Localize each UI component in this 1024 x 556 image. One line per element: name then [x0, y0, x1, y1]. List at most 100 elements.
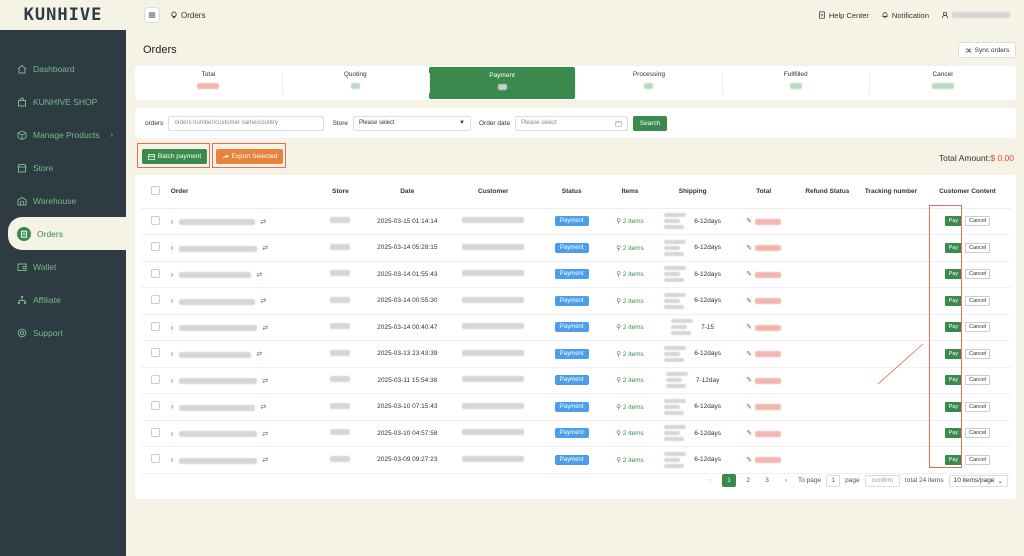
edit-icon[interactable]: ✎ [746, 298, 752, 305]
edit-icon[interactable]: ✎ [746, 324, 752, 331]
cancel-button[interactable]: Cancel [965, 216, 991, 227]
edit-icon[interactable]: ✎ [746, 404, 752, 411]
order-date-input[interactable]: Please select [515, 115, 629, 131]
cancel-button[interactable]: Cancel [965, 348, 991, 359]
items-link[interactable]: ⚲ 2 items [616, 245, 644, 252]
sidebar-item-wallet[interactable]: Wallet [0, 250, 126, 283]
status-tab-processing[interactable]: Processing [575, 66, 722, 100]
expand-row-icon[interactable]: › [171, 376, 174, 385]
expand-row-icon[interactable]: › [171, 243, 174, 252]
edit-icon[interactable]: ✎ [746, 377, 752, 384]
sidebar-item-orders[interactable]: Orders [8, 217, 126, 250]
row-checkbox[interactable] [151, 242, 161, 252]
edit-icon[interactable]: ✎ [746, 245, 752, 252]
items-link[interactable]: ⚲ 2 items [616, 324, 644, 331]
cancel-button[interactable]: Cancel [965, 428, 991, 439]
redacted-line [664, 304, 685, 309]
logo[interactable]: KUNHIVE [24, 5, 103, 25]
edit-icon[interactable]: ✎ [746, 271, 752, 278]
sidebar-item-affiliate[interactable]: Affiliate [0, 283, 126, 316]
sidebar-item-kunhive-shop[interactable]: KUNHIVE SHOP [0, 85, 126, 118]
items-link[interactable]: ⚲ 2 items [616, 457, 644, 464]
items-link[interactable]: ⚲ 2 items [616, 218, 644, 225]
page-2-button[interactable]: 2 [741, 474, 755, 487]
swap-icon[interactable]: ⇄ [262, 457, 268, 464]
sidebar-item-manage-products[interactable]: Manage Products › [0, 118, 126, 151]
cancel-button[interactable]: Cancel [965, 322, 991, 333]
items-link[interactable]: ⚲ 2 items [616, 351, 644, 358]
edit-icon[interactable]: ✎ [746, 430, 752, 437]
swap-icon[interactable]: ⇄ [262, 431, 268, 438]
edit-icon[interactable]: ✎ [746, 457, 752, 464]
select-all-checkbox[interactable] [151, 185, 161, 195]
expand-row-icon[interactable]: › [171, 296, 174, 305]
help-center-link[interactable]: Help Center [818, 11, 869, 20]
sidebar-item-dashboard[interactable]: Dashboard [0, 52, 126, 85]
expand-row-icon[interactable]: › [171, 349, 174, 358]
row-checkbox[interactable] [151, 401, 161, 411]
column-header-order: Order [170, 175, 315, 209]
row-checkbox[interactable] [151, 374, 161, 384]
orders-search-input[interactable]: orders number/customer name/country [168, 115, 325, 131]
cancel-button[interactable]: Cancel [965, 454, 991, 465]
sidebar-item-warehouse[interactable]: Warehouse [0, 184, 126, 217]
status-tab-fullfilled[interactable]: Fullfilled [722, 66, 869, 100]
swap-icon[interactable]: ⇄ [256, 272, 262, 279]
status-count-redacted [197, 83, 220, 89]
swap-icon[interactable]: ⇄ [262, 378, 268, 385]
breadcrumb-current[interactable]: Orders [181, 11, 205, 20]
cancel-button[interactable]: Cancel [965, 269, 991, 280]
items-link[interactable]: ⚲ 2 items [616, 404, 644, 411]
edit-icon[interactable]: ✎ [746, 351, 752, 358]
items-link[interactable]: ⚲ 2 items [616, 298, 644, 305]
page-1-button[interactable]: 1 [722, 474, 736, 487]
swap-icon[interactable]: ⇄ [260, 298, 266, 305]
cancel-button[interactable]: Cancel [965, 295, 991, 306]
expand-row-icon[interactable]: › [171, 270, 174, 279]
status-tab-payment[interactable]: Payment [428, 67, 576, 99]
confirm-page-button[interactable]: confirm [864, 474, 900, 487]
row-checkbox[interactable] [151, 215, 161, 225]
swap-icon[interactable]: ⇄ [256, 351, 262, 358]
page-3-button[interactable]: 3 [760, 474, 774, 487]
cancel-button[interactable]: Cancel [965, 375, 991, 386]
row-checkbox[interactable] [151, 295, 161, 305]
cancel-button[interactable]: Cancel [965, 401, 991, 412]
menu-toggle-button[interactable] [144, 7, 160, 23]
expand-row-icon[interactable]: › [171, 455, 174, 464]
batch-payment-button[interactable]: Batch payment [142, 149, 207, 164]
swap-icon[interactable]: ⇄ [262, 245, 268, 252]
prev-page-button[interactable]: ‹ [703, 474, 717, 487]
status-tab-total[interactable]: Total [135, 66, 282, 100]
page-size-select[interactable]: 10 items/page ⌄ [948, 474, 1008, 487]
swap-icon[interactable]: ⇄ [262, 325, 268, 332]
expand-row-icon[interactable]: › [171, 323, 174, 332]
sidebar-item-store[interactable]: Store [0, 151, 126, 184]
expand-row-icon[interactable]: › [171, 429, 174, 438]
row-checkbox[interactable] [151, 268, 161, 278]
store-select[interactable]: Please select ▼ [352, 115, 471, 131]
row-checkbox[interactable] [151, 321, 161, 331]
row-checkbox[interactable] [151, 454, 161, 464]
edit-icon[interactable]: ✎ [746, 218, 752, 225]
items-link[interactable]: ⚲ 2 items [616, 377, 644, 384]
sidebar-item-support[interactable]: Support [0, 316, 126, 349]
status-tab-quoting[interactable]: Quoting [281, 66, 429, 100]
next-page-button[interactable]: › [779, 474, 793, 487]
status-tab-cancel[interactable]: Cancel [869, 66, 1016, 100]
user-menu[interactable] [941, 11, 1010, 19]
items-link[interactable]: ⚲ 2 items [616, 271, 644, 278]
items-link[interactable]: ⚲ 2 items [616, 430, 644, 437]
expand-row-icon[interactable]: › [171, 217, 174, 226]
row-checkbox[interactable] [151, 348, 161, 358]
export-selected-button[interactable]: Export Selected [216, 149, 283, 164]
swap-icon[interactable]: ⇄ [260, 404, 266, 411]
search-button[interactable]: Search [633, 115, 668, 131]
expand-row-icon[interactable]: › [171, 402, 174, 411]
swap-icon[interactable]: ⇄ [260, 219, 266, 226]
sync-orders-button[interactable]: Sync orders [958, 42, 1016, 58]
page-number-input[interactable]: 1 [826, 474, 841, 487]
cancel-button[interactable]: Cancel [965, 242, 991, 253]
row-checkbox[interactable] [151, 427, 161, 437]
notification-link[interactable]: Notification [881, 11, 929, 20]
